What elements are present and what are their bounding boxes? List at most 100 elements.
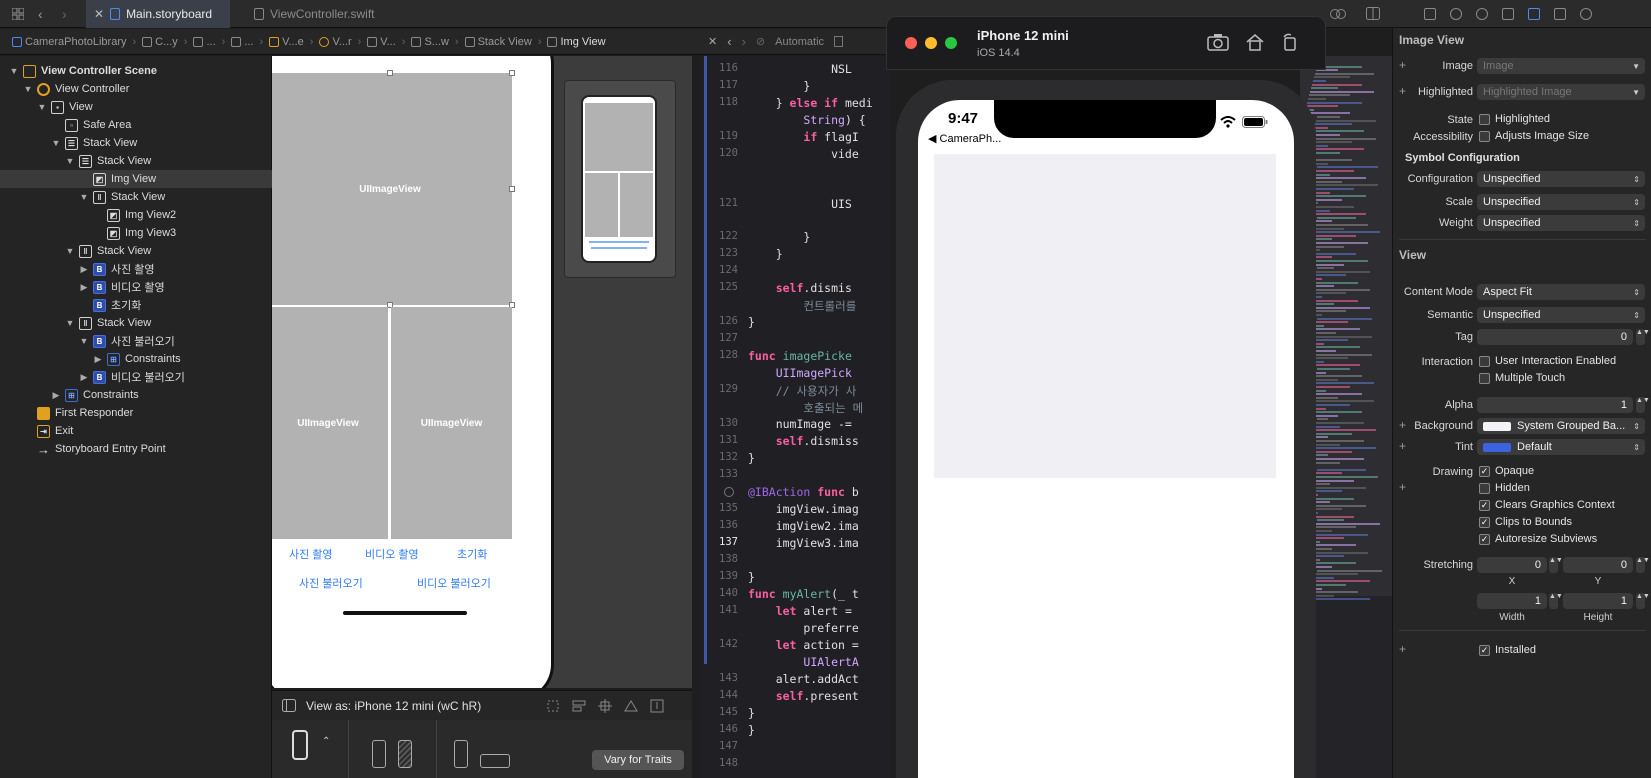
hidden-checkbox[interactable]: Hidden xyxy=(1479,482,1530,494)
take-photo-button[interactable]: 사진 촬영 xyxy=(289,546,333,562)
plus-icon[interactable]: + xyxy=(1399,480,1406,494)
checkbox[interactable] xyxy=(1479,482,1490,494)
chevron-right-icon[interactable]: ▶ xyxy=(78,372,90,383)
img-view2[interactable]: UIImageView xyxy=(272,307,388,539)
sidebar-toggle-icon[interactable] xyxy=(282,699,296,712)
chevron-right-icon[interactable]: ▶ xyxy=(78,264,90,275)
vary-for-traits-button[interactable]: Vary for Traits xyxy=(592,750,684,770)
plus-icon[interactable]: + xyxy=(1399,642,1406,656)
outline-row-stack-view[interactable]: ▼ ‖ Stack View xyxy=(0,242,272,260)
history-inspector-icon[interactable] xyxy=(1450,7,1462,20)
chevron-down-icon[interactable]: ▼ xyxy=(64,318,76,328)
outline-row-button[interactable]: ▶ B 비디오 촬영 xyxy=(0,278,272,296)
stretch-height-stepper[interactable]: ▲▼ xyxy=(1636,593,1650,609)
opaque-checkbox[interactable]: ✓ Opaque xyxy=(1479,465,1534,477)
add-constraints-icon[interactable] xyxy=(598,699,612,713)
stretch-y-stepper[interactable]: ▲▼ xyxy=(1636,557,1650,573)
simulator-title-bar[interactable]: iPhone 12 mini iOS 14.4 xyxy=(886,16,1326,70)
close-icon[interactable]: ✕ xyxy=(94,7,104,21)
scene-thumbnail[interactable] xyxy=(564,80,676,278)
chevron-down-icon[interactable]: ▼ xyxy=(50,138,62,148)
jumpbar-item[interactable]: Stack View xyxy=(464,36,532,48)
autoresize-subviews-checkbox[interactable]: ✓ Autoresize Subviews xyxy=(1479,533,1597,545)
chevron-down-icon[interactable]: ▼ xyxy=(8,66,20,76)
user-interaction-checkbox[interactable]: User Interaction Enabled xyxy=(1479,355,1616,367)
jumpbar-item[interactable]: C...y xyxy=(142,36,178,48)
configuration-select[interactable]: Unspecified ⇕ xyxy=(1477,171,1645,187)
resize-handle[interactable] xyxy=(387,70,393,76)
jumpbar-item[interactable]: V...r xyxy=(319,36,352,48)
jumpbar-item[interactable]: V...e xyxy=(269,36,304,48)
alpha-field[interactable]: 1 xyxy=(1477,397,1633,413)
outline-row-img-view[interactable]: ◩ Img View xyxy=(0,170,272,188)
iphone-device-icon[interactable] xyxy=(292,730,308,760)
checkbox[interactable] xyxy=(1479,355,1490,367)
reset-button[interactable]: 초기화 xyxy=(457,546,487,562)
scale-select[interactable]: Unspecified ⇕ xyxy=(1477,194,1645,210)
outline-row-view-controller[interactable]: ▼ View Controller xyxy=(0,80,272,98)
portrait-icon[interactable] xyxy=(372,740,386,768)
content-mode-select[interactable]: Aspect Fit ⇕ xyxy=(1477,284,1645,300)
jumpbar-item[interactable]: ... xyxy=(231,36,253,48)
connections-inspector-icon[interactable] xyxy=(1580,7,1592,20)
chevron-down-icon[interactable]: ▼ xyxy=(64,246,76,256)
update-frames-icon[interactable] xyxy=(546,699,560,713)
outline-row-scene[interactable]: ▼ View Controller Scene xyxy=(0,62,272,80)
outline-row-safe-area[interactable]: ▫ Safe Area xyxy=(0,116,272,134)
img-view[interactable]: UIImageView xyxy=(272,73,512,305)
split-editor-icon[interactable] xyxy=(1366,7,1380,20)
forward-arrow-icon[interactable]: › xyxy=(742,34,746,49)
highlighted-checkbox[interactable]: Highlighted xyxy=(1479,113,1550,125)
img-view3[interactable]: UIImageView xyxy=(391,307,512,539)
chevron-right-icon[interactable]: ▶ xyxy=(78,282,90,293)
outline-row-img-view3[interactable]: ◩ Img View3 xyxy=(0,224,272,242)
outline-row-exit[interactable]: ⇥ Exit xyxy=(0,422,272,440)
highlighted-image-field[interactable]: Highlighted Image ▼ xyxy=(1477,84,1645,100)
alpha-stepper[interactable]: ▲▼ xyxy=(1636,397,1650,413)
background-color-select[interactable]: System Grouped Ba... ⇕ xyxy=(1477,418,1645,434)
load-photo-button[interactable]: 사진 불러오기 xyxy=(299,575,363,591)
automatic-label[interactable]: Automatic xyxy=(775,36,824,48)
jumpbar-item[interactable]: CameraPhotoLibrary xyxy=(12,36,127,48)
portrait-split-icon[interactable] xyxy=(398,740,412,768)
landscape-orientation-icon[interactable] xyxy=(480,754,510,768)
stretch-x-field[interactable]: 0 xyxy=(1477,557,1547,573)
forward-arrow-icon[interactable]: › xyxy=(62,6,67,22)
zoom-window-button[interactable] xyxy=(945,37,957,49)
chevron-down-icon[interactable]: ▼ xyxy=(78,192,90,202)
simulator-screen[interactable]: 9:47 ◀ CameraPh... xyxy=(918,100,1294,778)
jumpbar-item[interactable]: Img View xyxy=(547,36,606,48)
checkbox[interactable] xyxy=(1479,130,1490,142)
back-arrow-icon[interactable]: ‹ xyxy=(38,6,43,22)
close-icon[interactable]: ✕ xyxy=(708,35,717,48)
jumpbar-item[interactable]: S...w xyxy=(411,36,449,48)
load-video-button[interactable]: 비디오 불러오기 xyxy=(417,575,491,591)
resize-handle[interactable] xyxy=(509,186,515,192)
semantic-select[interactable]: Unspecified ⇕ xyxy=(1477,307,1645,323)
view-as-label[interactable]: View as: iPhone 12 mini (wC hR) xyxy=(306,699,481,713)
chevron-down-icon[interactable]: ▼ xyxy=(64,156,76,166)
related-items-icon[interactable] xyxy=(1330,8,1346,20)
resolve-issues-icon[interactable] xyxy=(624,699,638,713)
jumpbar-item[interactable]: V... xyxy=(367,36,396,48)
outline-row-first-responder[interactable]: First Responder xyxy=(0,404,272,422)
iphone-scene[interactable]: UIImageView UIImageView UIImageView 사진 촬… xyxy=(272,56,554,688)
multiple-touch-checkbox[interactable]: Multiple Touch xyxy=(1479,372,1565,384)
attributes-inspector-icon[interactable] xyxy=(1528,7,1540,20)
outline-row-button[interactable]: ▶ B 사진 촬영 xyxy=(0,260,272,278)
close-window-button[interactable] xyxy=(905,37,917,49)
resize-handle[interactable] xyxy=(509,70,515,76)
stretch-height-field[interactable]: 1 xyxy=(1563,593,1633,609)
rotate-icon[interactable] xyxy=(1281,33,1299,51)
clips-to-bounds-checkbox[interactable]: ✓ Clips to Bounds xyxy=(1479,516,1572,528)
outline-row-view[interactable]: ▼ ▪ View xyxy=(0,98,272,116)
checkmark-icon[interactable]: ✓ xyxy=(1479,465,1490,477)
weight-select[interactable]: Unspecified ⇕ xyxy=(1477,215,1645,231)
tab-main-storyboard[interactable]: ✕ Main.storyboard xyxy=(86,0,230,28)
chevron-updown-icon[interactable]: ⌃ xyxy=(322,736,330,747)
minimize-window-button[interactable] xyxy=(925,37,937,49)
chevron-down-icon[interactable]: ▼ xyxy=(36,102,48,112)
take-video-button[interactable]: 비디오 촬영 xyxy=(365,546,419,562)
related-items-icon[interactable]: ⊘ xyxy=(756,35,765,48)
chevron-right-icon[interactable]: ▶ xyxy=(92,354,104,365)
